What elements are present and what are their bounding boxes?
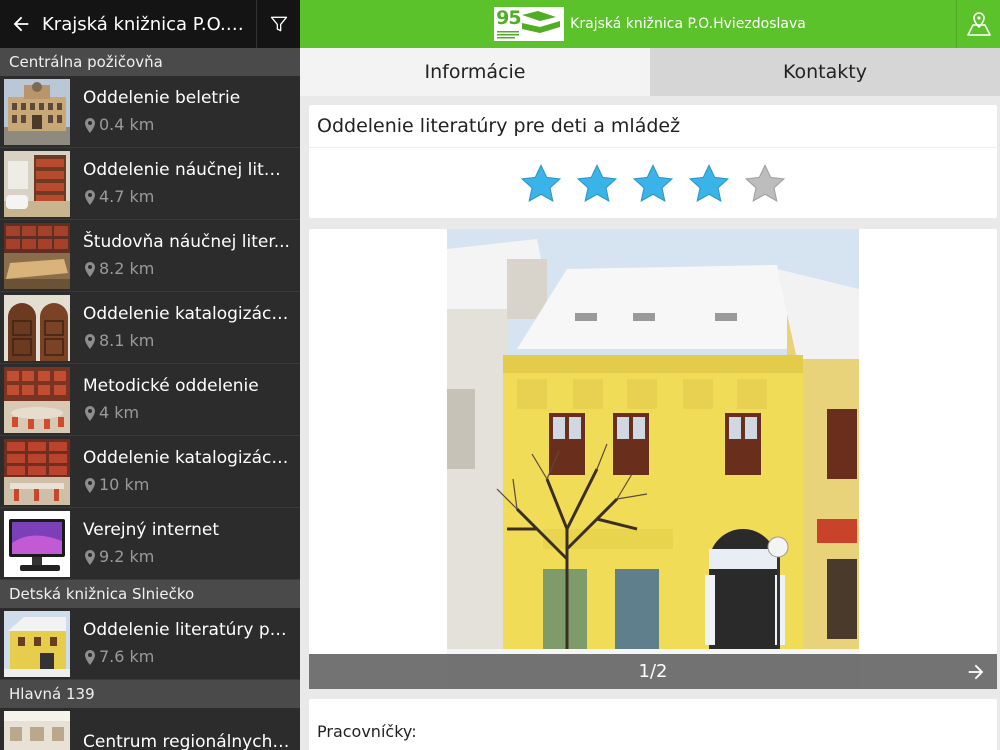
section-header: Hlavná 139 xyxy=(0,680,300,708)
item-distance: 8.2 km xyxy=(99,259,155,278)
photo-gallery[interactable]: 1/2 xyxy=(309,229,997,689)
tab-bar: Informácie Kontakty xyxy=(300,48,1000,96)
location-pin-icon xyxy=(85,405,95,421)
library-logo: 95 xyxy=(494,7,565,41)
star-empty-icon[interactable] xyxy=(743,162,787,206)
item-name: Oddelenie beletrie xyxy=(83,88,241,108)
item-distance: 7.6 km xyxy=(99,647,155,666)
book-logo-icon xyxy=(497,11,561,39)
star-rating[interactable] xyxy=(309,162,997,206)
item-name: Študovňa náučnej liter... xyxy=(83,232,290,252)
page-indicator: 1/2 xyxy=(638,661,668,682)
list-item[interactable]: Oddelenie katalogizáci... 10 km xyxy=(0,436,300,508)
location-pin-icon xyxy=(85,549,95,565)
next-photo-button[interactable] xyxy=(961,654,991,689)
brand: 95 Krajská knižnica P.O.Hviezdoslava xyxy=(494,7,806,41)
map-button[interactable] xyxy=(956,0,1000,48)
gallery-room-thumbnail xyxy=(4,710,70,750)
location-pin-icon xyxy=(85,333,95,349)
staff-label: Pracovníčky: xyxy=(317,722,417,741)
app-header: 95 Krajská knižnica P.O.Hviezdoslava xyxy=(300,0,1000,48)
item-name: Centrum regionálnych ... xyxy=(83,732,290,750)
historic-building-thumbnail xyxy=(4,78,70,145)
list-item[interactable]: Verejný internet 9.2 km xyxy=(0,508,300,580)
staff-card: Pracovníčky: xyxy=(309,699,997,750)
tab-informacie[interactable]: Informácie xyxy=(300,48,650,96)
item-name: Metodické oddelenie xyxy=(83,376,259,396)
list-item[interactable]: Oddelenie náučnej liter... 4.7 km xyxy=(0,148,300,220)
item-name: Oddelenie katalogizáci... xyxy=(83,448,290,468)
section-header: Detská knižnica Slniečko xyxy=(0,580,300,608)
item-distance: 10 km xyxy=(99,475,150,494)
arrow-right-icon xyxy=(968,664,984,679)
bookshelf-room-thumbnail xyxy=(4,150,70,217)
location-list-pane: Krajská knižnica P.O.Hv... Centrálna pož… xyxy=(0,0,300,750)
list-item[interactable]: Oddelenie katalogizáci... 8.1 km xyxy=(0,292,300,364)
item-name: Oddelenie náučnej liter... xyxy=(83,160,290,180)
list-item[interactable]: Metodické oddelenie 4 km xyxy=(0,364,300,436)
detail-pane: 95 Krajská knižnica P.O.Hviezdoslava Inf… xyxy=(300,0,1000,750)
filter-button[interactable] xyxy=(256,0,300,48)
title-card: Oddelenie literatúry pre deti a mládež xyxy=(309,105,997,218)
app-name: Krajská knižnica P.O.Hviezdoslava xyxy=(570,16,806,32)
library-shelves-thumbnail xyxy=(4,438,70,505)
star-filled-icon[interactable] xyxy=(575,162,619,206)
item-distance: 9.2 km xyxy=(99,547,155,566)
location-pin-icon xyxy=(85,189,95,205)
yellow-building-thumbnail xyxy=(4,610,70,677)
list-item[interactable]: Centrum regionálnych ... xyxy=(0,708,300,750)
star-filled-icon[interactable] xyxy=(687,162,731,206)
list-item[interactable]: Oddelenie beletrie 0.4 km xyxy=(0,76,300,148)
department-title: Oddelenie literatúry pre deti a mládež xyxy=(309,105,997,148)
item-distance: 0.4 km xyxy=(99,115,155,134)
wooden-doors-thumbnail xyxy=(4,294,70,361)
item-name: Oddelenie katalogizáci... xyxy=(83,304,290,324)
gallery-bar: 1/2 xyxy=(309,654,997,689)
computer-monitor-thumbnail xyxy=(4,510,70,577)
tab-kontakty[interactable]: Kontakty xyxy=(650,48,1000,96)
location-pin-icon xyxy=(85,117,95,133)
list-item[interactable]: Oddelenie literatúry pr... 7.6 km xyxy=(0,608,300,680)
item-name: Oddelenie literatúry pr... xyxy=(83,620,290,640)
star-filled-icon[interactable] xyxy=(631,162,675,206)
list-item[interactable]: Študovňa náučnej liter... 8.2 km xyxy=(0,220,300,292)
star-filled-icon[interactable] xyxy=(519,162,563,206)
filter-icon xyxy=(270,16,287,32)
building-photo xyxy=(447,229,859,689)
left-action-bar: Krajská knižnica P.O.Hv... xyxy=(0,0,300,48)
location-pin-icon xyxy=(85,649,95,665)
arrow-left-icon xyxy=(13,16,29,32)
back-button[interactable] xyxy=(0,0,42,48)
location-pin-icon xyxy=(85,477,95,493)
reading-room-thumbnail xyxy=(4,222,70,289)
library-title: Krajská knižnica P.O.Hv... xyxy=(42,13,256,35)
location-pin-icon xyxy=(85,261,95,277)
item-distance: 4 km xyxy=(99,403,140,422)
item-name: Verejný internet xyxy=(83,520,220,540)
section-header: Centrálna požičovňa xyxy=(0,48,300,76)
item-distance: 8.1 km xyxy=(99,331,155,350)
map-pin-icon xyxy=(966,12,991,36)
library-tables-thumbnail xyxy=(4,366,70,433)
item-distance: 4.7 km xyxy=(99,187,155,206)
